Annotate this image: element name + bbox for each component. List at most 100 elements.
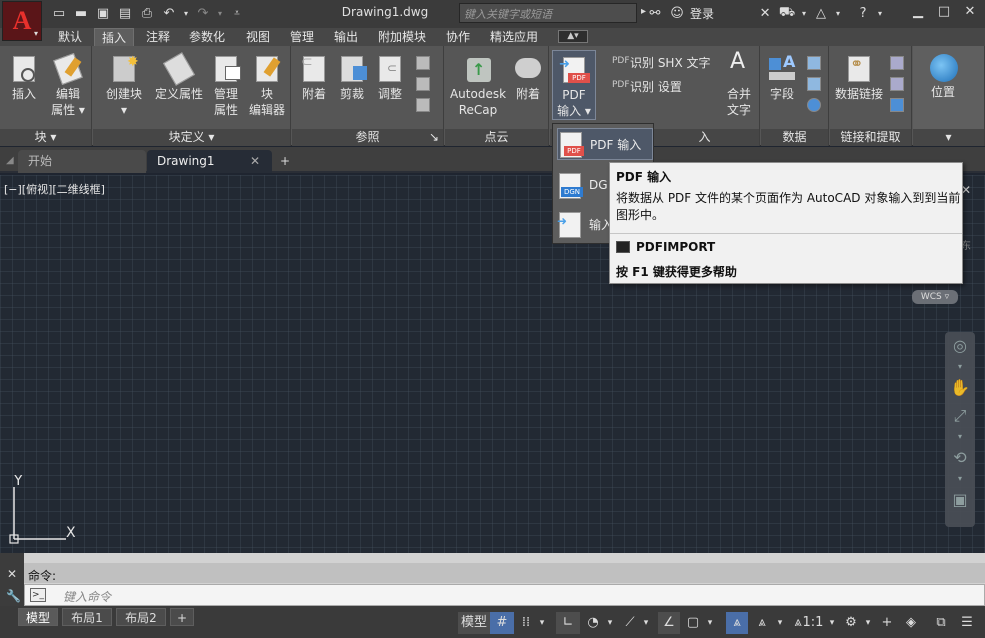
panel-data-title[interactable]: 数据	[761, 129, 828, 146]
zoom-extents-icon[interactable]: ⤢	[945, 402, 975, 430]
tab-parametric[interactable]: 参数化	[180, 28, 234, 46]
isodraft-icon[interactable]: ⟋	[620, 612, 640, 634]
isodraft-dropdown-icon[interactable]: ▾	[640, 612, 652, 634]
customize-wrench-icon[interactable]: 🔧	[6, 589, 21, 603]
polar-dropdown-icon[interactable]: ▾	[604, 612, 616, 634]
tab-insert[interactable]: 插入	[94, 28, 134, 46]
pdf-import-button[interactable]: PDF ➜ PDF 输入 ▾	[552, 50, 596, 120]
tab-manage[interactable]: 管理	[282, 28, 322, 46]
new-file-icon[interactable]: ▭	[50, 4, 68, 22]
panel-link-title[interactable]: 链接和提取	[830, 129, 911, 146]
command-grip[interactable]: ✕ 🔧	[0, 553, 24, 606]
save-as-icon[interactable]: ▤	[116, 4, 134, 22]
insert-block-button[interactable]: 插入	[4, 54, 44, 102]
manage-attribute-button[interactable]: 管理 属性	[205, 54, 247, 118]
command-input[interactable]: 键入命令	[24, 584, 985, 606]
polar-icon[interactable]: ◔	[582, 612, 604, 634]
pan-icon[interactable]: ✋	[945, 374, 975, 402]
edit-attribute-button[interactable]: 编辑 属性 ▾	[46, 53, 90, 118]
osnap-dropdown-icon[interactable]: ▾	[704, 612, 716, 634]
scale-dropdown-icon[interactable]: ▾	[826, 612, 838, 634]
undo-dropdown-icon[interactable]: ▾	[182, 4, 190, 22]
panel-pointcloud-title[interactable]: 点云	[445, 129, 548, 146]
tab-addins[interactable]: 附加模块	[370, 28, 434, 46]
tab-default[interactable]: 默认	[50, 28, 90, 46]
tab-featured-apps[interactable]: 精选应用	[482, 28, 546, 46]
annotation-monitor-icon[interactable]: +	[876, 612, 898, 634]
panel-reference-title[interactable]: 参照 ↘	[292, 129, 443, 146]
tab-collaborate[interactable]: 协作	[438, 28, 478, 46]
ribbon-minimize-button[interactable]: ▲▾	[558, 30, 588, 43]
ortho-icon[interactable]: ∟	[556, 612, 580, 634]
command-prompt-icon[interactable]: >_	[30, 588, 46, 602]
clip-button[interactable]: 剪裁	[334, 54, 370, 102]
orbit-dropdown-icon[interactable]: ▾	[945, 472, 975, 486]
redo-dropdown-icon[interactable]: ▾	[216, 4, 224, 22]
layout-tab-layout1[interactable]: 布局1	[62, 608, 112, 626]
customize-qat-icon[interactable]: ⩡	[228, 4, 246, 22]
showmotion-icon[interactable]: ▣	[945, 486, 975, 514]
menu-item-pdf-import[interactable]: PDF PDF 输入	[557, 128, 653, 160]
merge-text-button[interactable]: A 合并 文字	[720, 51, 758, 118]
exchange-icon[interactable]: ✕	[756, 4, 774, 22]
annotation-scale-value[interactable]: 1:1	[802, 612, 824, 634]
auto-scale-icon[interactable]: ⩓	[752, 612, 772, 634]
maximize-icon[interactable]: □	[934, 4, 954, 22]
recognize-shx-button[interactable]: PDF 识别 SHX 文字	[612, 54, 711, 71]
object-snap-tracking-icon[interactable]: ∠	[658, 612, 680, 634]
wcs-menu[interactable]: WCS ▿	[912, 290, 958, 304]
minimize-icon[interactable]: ▁	[908, 4, 928, 22]
hyperlink-icon[interactable]	[807, 98, 821, 112]
object-snap-icon[interactable]: ▢	[682, 612, 704, 634]
snap-underlay-icon[interactable]	[416, 98, 430, 112]
user-icon[interactable]: ☺	[668, 4, 686, 22]
a360-dropdown-icon[interactable]: ▾	[834, 4, 842, 22]
tab-scroll-icon[interactable]: ◢	[6, 155, 14, 166]
tab-output[interactable]: 输出	[326, 28, 366, 46]
upload-icon[interactable]	[890, 77, 904, 91]
auto-scale-dropdown-icon[interactable]: ▾	[774, 612, 786, 634]
layout-tab-model[interactable]: 模型	[18, 608, 58, 626]
model-space-button[interactable]: 模型	[458, 612, 490, 634]
undo-icon[interactable]: ↶	[160, 4, 178, 22]
application-menu-button[interactable]: A ▾	[2, 1, 42, 41]
field-button[interactable]: A 字段	[763, 54, 801, 102]
login-link[interactable]: 登录	[690, 5, 714, 22]
close-icon[interactable]: ✕	[960, 4, 980, 22]
search-input[interactable]: 键入关键字或短语	[459, 3, 637, 23]
workspace-gear-icon[interactable]: ⚙	[840, 612, 862, 634]
download-icon[interactable]	[890, 56, 904, 70]
define-attribute-button[interactable]: 定义属性	[153, 52, 205, 102]
print-icon[interactable]: ⎙	[138, 4, 156, 22]
open-folder-icon[interactable]: ▬	[72, 4, 90, 22]
recognize-settings-button[interactable]: PDF 识别 设置	[612, 78, 682, 95]
block-editor-button[interactable]: 块 编辑器	[245, 54, 289, 118]
new-tab-button[interactable]: +	[276, 150, 298, 173]
command-close-icon[interactable]: ✕	[7, 567, 17, 581]
panel-location-title[interactable]: ▾	[913, 129, 984, 146]
panel-block-def-title[interactable]: 块定义 ▾	[93, 129, 290, 146]
steering-wheel-icon[interactable]: ◎	[945, 332, 975, 360]
help-dropdown-icon[interactable]: ▾	[876, 4, 884, 22]
annotation-visibility-icon[interactable]: ⩓	[726, 612, 748, 634]
isolate-objects-icon[interactable]: ◈	[900, 612, 922, 634]
a360-icon[interactable]: △	[812, 4, 830, 22]
ole-object-icon[interactable]	[807, 77, 821, 91]
tab-view[interactable]: 视图	[238, 28, 278, 46]
wheel-dropdown-icon[interactable]: ▾	[945, 360, 975, 374]
cart-dropdown-icon[interactable]: ▾	[800, 4, 808, 22]
fullscreen-icon[interactable]: ⧉	[930, 612, 952, 634]
underlay-layers-icon[interactable]	[416, 56, 430, 70]
attach-pointcloud-button[interactable]: 附着	[509, 54, 547, 102]
save-icon[interactable]: ▣	[94, 4, 112, 22]
extract-data-icon[interactable]	[890, 98, 904, 112]
cart-icon[interactable]: ⛟	[778, 4, 796, 22]
update-fields-icon[interactable]	[807, 56, 821, 70]
orbit-icon[interactable]: ⟲	[945, 444, 975, 472]
tab-annotate[interactable]: 注释	[138, 28, 178, 46]
snap-icon[interactable]: ⁞⁞	[516, 612, 536, 634]
snap-dropdown-icon[interactable]: ▾	[536, 612, 548, 634]
redo-icon[interactable]: ↷	[194, 4, 212, 22]
panel-block-title[interactable]: 块 ▾	[0, 129, 91, 146]
grid-icon[interactable]: #	[490, 612, 514, 634]
